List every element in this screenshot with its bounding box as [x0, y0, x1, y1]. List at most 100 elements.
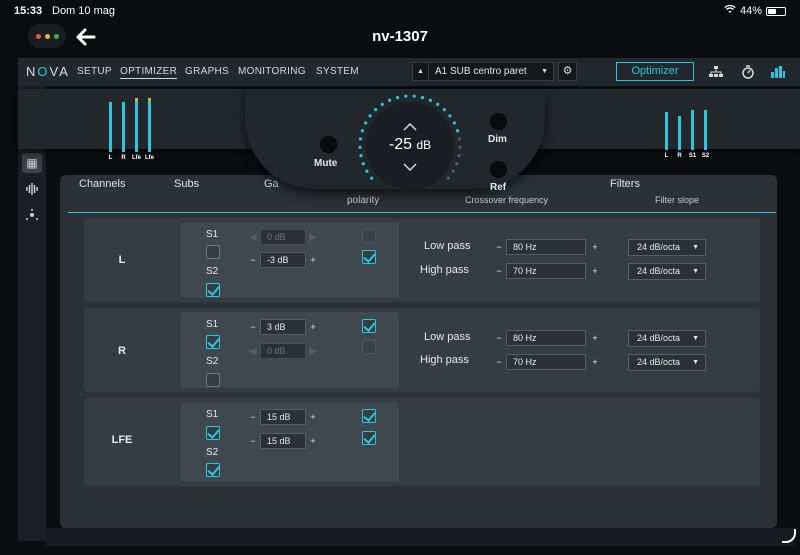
plus-icon[interactable]: +: [588, 333, 602, 343]
waveform-icon[interactable]: [22, 179, 42, 199]
s1-label: S1: [206, 229, 219, 240]
meters-icon[interactable]: [767, 61, 789, 83]
gain-value[interactable]: -3 dB: [260, 252, 306, 268]
gain-value[interactable]: 15 dB: [260, 433, 306, 449]
nav-setup[interactable]: SETUP: [77, 66, 112, 77]
gain-value[interactable]: 15 dB: [260, 409, 306, 425]
minus-icon[interactable]: −: [246, 255, 260, 265]
minus-icon[interactable]: −: [492, 357, 506, 367]
minus-icon[interactable]: −: [492, 242, 506, 252]
s1-checkbox[interactable]: [206, 335, 220, 349]
preset-selector[interactable]: ▲ A1 SUB centro paret ▼: [412, 62, 554, 81]
volume-dot: [446, 176, 450, 180]
volume-dot: [380, 102, 384, 107]
volume-dot: [388, 98, 392, 102]
low-pass-slope-select[interactable]: 24 dB/octa ▼: [628, 330, 706, 347]
gain-value[interactable]: 3 dB: [260, 319, 306, 335]
app-root: 15:33 Dom 10 mag 44% nv-1307 NOVA SETUP …: [0, 0, 800, 555]
low-pass-value[interactable]: 80 Hz: [506, 330, 586, 346]
volume-dot: [457, 154, 461, 158]
low-pass-value[interactable]: 80 Hz: [506, 239, 586, 255]
minus-icon[interactable]: −: [492, 333, 506, 343]
plus-icon[interactable]: +: [306, 255, 320, 265]
gain-value[interactable]: 0 dB: [260, 343, 306, 359]
minus-icon[interactable]: −: [246, 412, 260, 422]
plus-icon[interactable]: +: [588, 266, 602, 276]
speaker-position-icon[interactable]: [22, 205, 42, 225]
increase-icon[interactable]: ▶: [306, 232, 320, 243]
gain-stepper-s2[interactable]: − -3 dB +: [246, 252, 320, 268]
meter-lfe-2: Lfe: [143, 98, 156, 161]
meter-out-r: R: [673, 116, 686, 159]
high-pass-slope-select[interactable]: 24 dB/octa ▼: [628, 263, 706, 280]
network-icon[interactable]: [705, 61, 727, 83]
volume-dot: [359, 154, 363, 158]
ref-button[interactable]: [490, 161, 507, 178]
gain-value[interactable]: 0 dB: [260, 229, 306, 245]
low-pass-label: Low pass: [424, 240, 471, 252]
volume-dot: [428, 98, 432, 102]
high-pass-value[interactable]: 70 Hz: [506, 354, 586, 370]
decrease-icon[interactable]: ◀: [246, 232, 260, 243]
plus-icon[interactable]: +: [306, 436, 320, 446]
gain-stepper-s2[interactable]: ◀ 0 dB ▶: [246, 343, 320, 359]
optimizer-button[interactable]: Optimizer: [616, 62, 694, 81]
s1-checkbox[interactable]: [206, 245, 220, 259]
plus-icon[interactable]: +: [588, 242, 602, 252]
polarity-checkbox-s1[interactable]: [362, 229, 376, 243]
high-pass-slope-select[interactable]: 24 dB/octa ▼: [628, 354, 706, 371]
low-pass-stepper[interactable]: − 80 Hz +: [492, 239, 602, 255]
minus-icon[interactable]: −: [492, 266, 506, 276]
timer-icon[interactable]: [737, 61, 759, 83]
low-pass-slope-select[interactable]: 24 dB/octa ▼: [628, 239, 706, 256]
s1-label: S1: [206, 409, 219, 420]
polarity-checkbox-s2[interactable]: [362, 250, 376, 264]
polarity-checkbox-s2[interactable]: [362, 340, 376, 354]
s2-checkbox[interactable]: [206, 463, 220, 477]
s2-label: S2: [206, 266, 219, 277]
gain-stepper-s1[interactable]: − 15 dB +: [246, 409, 320, 425]
preset-label: A1 SUB centro paret: [435, 66, 527, 77]
nav-optimizer[interactable]: OPTIMIZER: [120, 66, 178, 79]
polarity-checkbox-s1[interactable]: [362, 409, 376, 423]
high-pass-value[interactable]: 70 Hz: [506, 263, 586, 279]
high-pass-stepper[interactable]: − 70 Hz +: [492, 354, 602, 370]
plus-icon[interactable]: +: [306, 322, 320, 332]
dim-button[interactable]: [490, 113, 507, 130]
sidebar-active-icon[interactable]: ▦: [22, 153, 42, 173]
low-pass-stepper[interactable]: − 80 Hz +: [492, 330, 602, 346]
nav-system[interactable]: SYSTEM: [316, 66, 359, 77]
s1-checkbox[interactable]: [206, 426, 220, 440]
polarity-checkbox-s2[interactable]: [362, 431, 376, 445]
mute-label: Mute: [314, 158, 338, 169]
increase-icon[interactable]: ▶: [306, 346, 320, 357]
header-crossover: Crossover frequency: [465, 195, 549, 205]
decrease-icon[interactable]: ◀: [246, 346, 260, 357]
nav-monitoring[interactable]: MONITORING: [238, 66, 306, 77]
gear-icon[interactable]: ⚙: [558, 62, 577, 81]
gain-stepper-s1[interactable]: − 3 dB +: [246, 319, 320, 335]
plus-icon[interactable]: +: [306, 412, 320, 422]
high-pass-stepper[interactable]: − 70 Hz +: [492, 263, 602, 279]
volume-dot: [457, 137, 462, 141]
gain-stepper-s1[interactable]: ◀ 0 dB ▶: [246, 229, 320, 245]
s2-checkbox[interactable]: [206, 283, 220, 297]
minus-icon[interactable]: −: [246, 436, 260, 446]
volume-down-icon[interactable]: [366, 160, 454, 174]
mute-button[interactable]: [320, 136, 337, 153]
volume-dot: [374, 108, 378, 112]
s2-checkbox[interactable]: [206, 373, 220, 387]
status-time: 15:33: [14, 5, 43, 17]
gain-stepper-s2[interactable]: − 15 dB +: [246, 433, 320, 449]
volume-dot: [360, 129, 364, 133]
polarity-checkbox-s1[interactable]: [362, 319, 376, 333]
volume-dot: [420, 95, 425, 100]
plus-icon[interactable]: +: [588, 357, 602, 367]
volume-up-icon[interactable]: [366, 120, 454, 134]
header-divider: [68, 212, 776, 213]
nav-graphs[interactable]: GRAPHS: [185, 66, 229, 77]
main-footer: [46, 528, 794, 546]
high-pass-label: High pass: [420, 264, 469, 276]
preset-prev-icon[interactable]: ▲: [413, 63, 429, 80]
minus-icon[interactable]: −: [246, 322, 260, 332]
